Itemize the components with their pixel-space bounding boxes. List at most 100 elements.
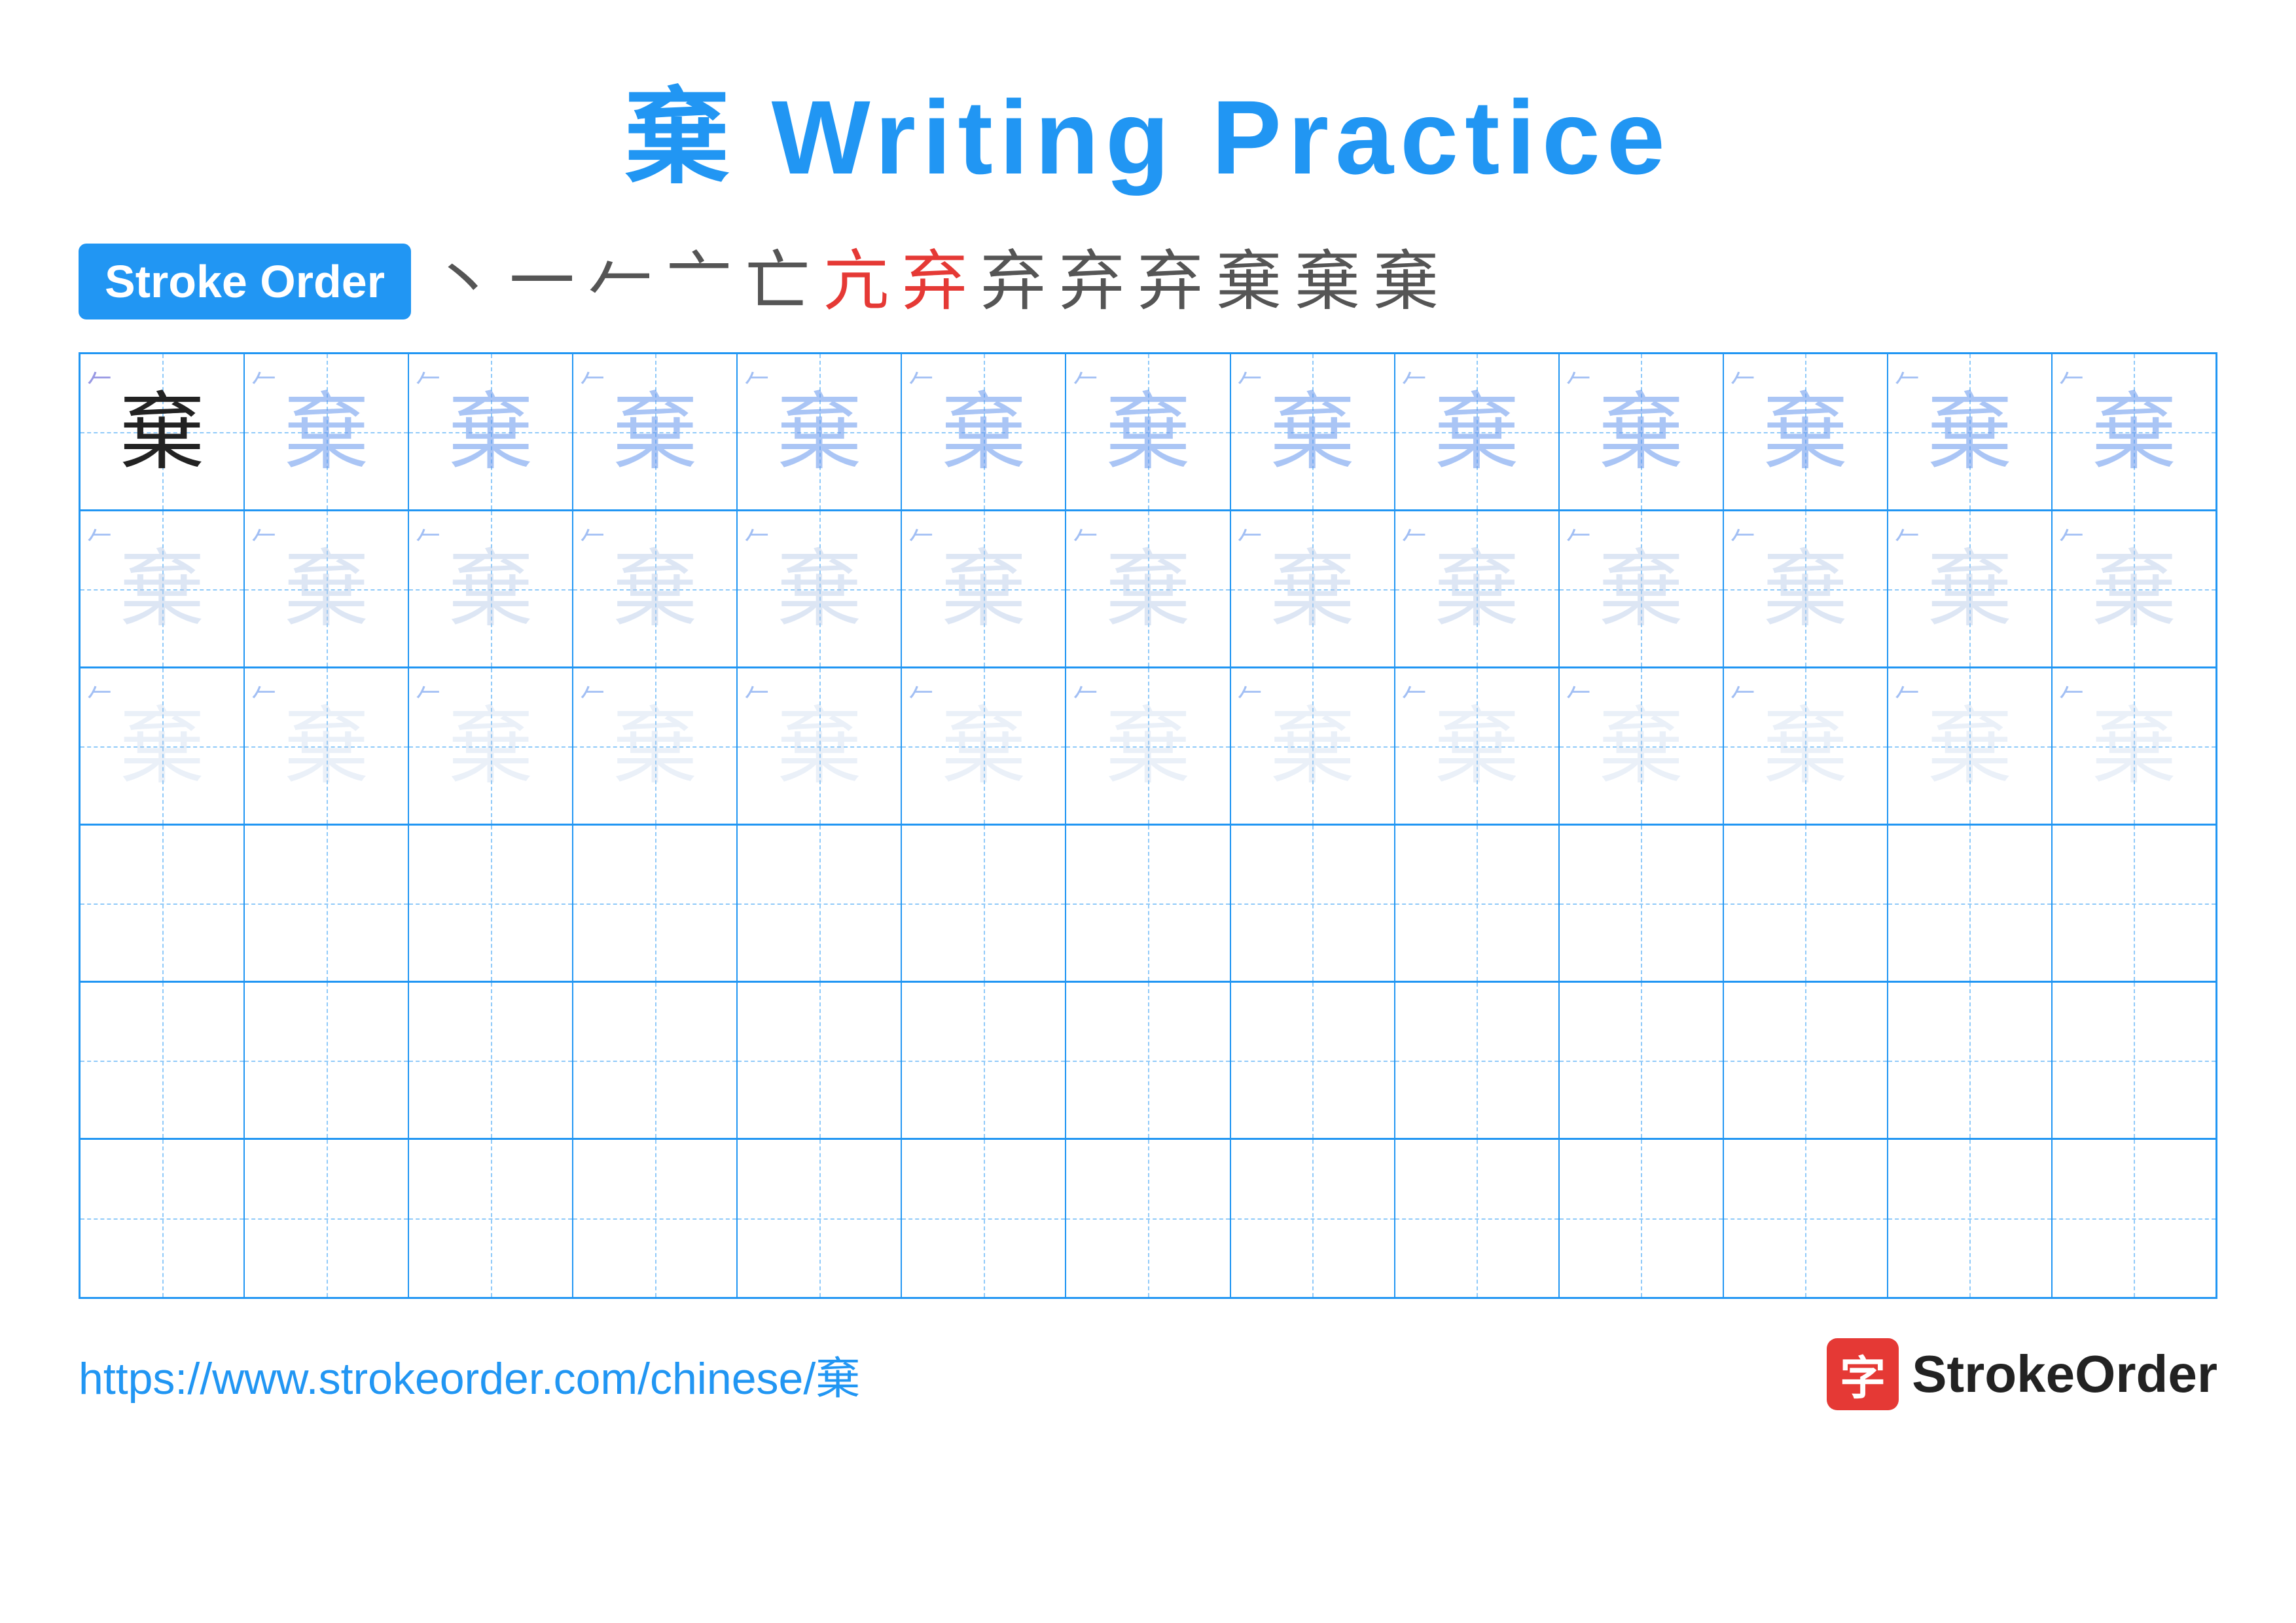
grid-cell-2-10[interactable]: 𠂉 棄 [1560,511,1724,666]
grid-cell-1-5[interactable]: 𠂉 棄 [738,354,902,509]
grid-cell-6-4[interactable] [573,1140,738,1297]
grid-cell-1-7[interactable]: 𠂉 棄 [1066,354,1230,509]
grid-cell-2-5[interactable]: 𠂉 棄 [738,511,902,666]
stroke-order-badge: Stroke Order [79,244,411,319]
grid-cell-5-13[interactable] [2053,983,2215,1138]
grid-cell-5-2[interactable] [245,983,409,1138]
grid-cell-5-9[interactable] [1395,983,1560,1138]
title-text: Writing Practice [736,79,1672,196]
grid-cell-3-7[interactable]: 𠂉 棄 [1066,668,1230,824]
grid-row-1: 𠂉 棄 𠂉 棄 𠂉 棄 𠂉 棄 [81,354,2215,511]
grid-cell-4-5[interactable] [738,826,902,981]
grid-cell-6-2[interactable] [245,1140,409,1297]
stroke-order-row: Stroke Order 丶 一 𠂉 亠 亡 亢 弃 弃 弃 弃 棄 棄 棄 [79,244,2217,319]
grid-cell-1-11[interactable]: 𠂉 棄 [1724,354,1888,509]
grid-cell-3-9[interactable]: 𠂉 棄 [1395,668,1560,824]
grid-cell-5-5[interactable] [738,983,902,1138]
grid-cell-6-1[interactable] [81,1140,245,1297]
footer-logo: 字 StrokeOrder [1827,1338,2217,1410]
grid-cell-4-2[interactable] [245,826,409,981]
grid-cell-3-2[interactable]: 𠂉 棄 [245,668,409,824]
grid-cell-3-5[interactable]: 𠂉 棄 [738,668,902,824]
footer: https://www.strokeorder.com/chinese/棄 字 … [79,1338,2217,1410]
grid-cell-6-6[interactable] [902,1140,1066,1297]
grid-cell-1-13[interactable]: 𠂉 棄 [2053,354,2215,509]
grid-cell-1-3[interactable]: 𠂉 棄 [409,354,573,509]
grid-cell-6-3[interactable] [409,1140,573,1297]
grid-cell-4-10[interactable] [1560,826,1724,981]
page-title: 棄 Writing Practice [624,52,1672,204]
grid-cell-3-3[interactable]: 𠂉 棄 [409,668,573,824]
grid-cell-4-9[interactable] [1395,826,1560,981]
grid-cell-5-3[interactable] [409,983,573,1138]
grid-cell-5-11[interactable] [1724,983,1888,1138]
grid-cell-1-8[interactable]: 𠂉 棄 [1231,354,1395,509]
grid-cell-3-10[interactable]: 𠂉 棄 [1560,668,1724,824]
grid-cell-5-10[interactable] [1560,983,1724,1138]
stroke-step-12: 棄 [1295,249,1360,314]
grid-cell-4-6[interactable] [902,826,1066,981]
grid-cell-4-11[interactable] [1724,826,1888,981]
grid-cell-5-4[interactable] [573,983,738,1138]
grid-cell-4-7[interactable] [1066,826,1230,981]
grid-cell-3-4[interactable]: 𠂉 棄 [573,668,738,824]
grid-cell-5-8[interactable] [1231,983,1395,1138]
grid-row-5 [81,983,2215,1140]
grid-cell-5-6[interactable] [902,983,1066,1138]
grid-cell-1-4[interactable]: 𠂉 棄 [573,354,738,509]
grid-cell-3-12[interactable]: 𠂉 棄 [1888,668,2053,824]
grid-cell-3-13[interactable]: 𠂉 棄 [2053,668,2215,824]
grid-cell-4-4[interactable] [573,826,738,981]
logo-char: 字 [1840,1341,1886,1408]
grid-cell-5-1[interactable] [81,983,245,1138]
grid-cell-2-3[interactable]: 𠂉 棄 [409,511,573,666]
stroke-step-5: 亡 [745,249,810,314]
grid-cell-6-5[interactable] [738,1140,902,1297]
grid-cell-2-11[interactable]: 𠂉 棄 [1724,511,1888,666]
grid-cell-2-6[interactable]: 𠂉 棄 [902,511,1066,666]
grid-cell-1-1[interactable]: 𠂉 棄 [81,354,245,509]
stroke-step-2: 一 [509,249,575,314]
logo-text: StrokeOrder [1912,1344,2217,1404]
grid-cell-4-1[interactable] [81,826,245,981]
stroke-step-11: 棄 [1216,249,1282,314]
grid-cell-3-11[interactable]: 𠂉 棄 [1724,668,1888,824]
grid-cell-3-6[interactable]: 𠂉 棄 [902,668,1066,824]
grid-cell-2-9[interactable]: 𠂉 棄 [1395,511,1560,666]
grid-cell-1-6[interactable]: 𠂉 棄 [902,354,1066,509]
grid-cell-2-12[interactable]: 𠂉 棄 [1888,511,2053,666]
grid-cell-1-2[interactable]: 𠂉 棄 [245,354,409,509]
grid-cell-6-12[interactable] [1888,1140,2053,1297]
grid-cell-5-12[interactable] [1888,983,2053,1138]
grid-cell-5-7[interactable] [1066,983,1230,1138]
grid-cell-3-1[interactable]: 𠂉 棄 [81,668,245,824]
grid-cell-2-7[interactable]: 𠂉 棄 [1066,511,1230,666]
grid-cell-6-9[interactable] [1395,1140,1560,1297]
stroke-sequence: 丶 一 𠂉 亠 亡 亢 弃 弃 弃 弃 棄 棄 棄 [431,249,1439,314]
grid-cell-2-13[interactable]: 𠂉 棄 [2053,511,2215,666]
grid-cell-4-12[interactable] [1888,826,2053,981]
footer-url[interactable]: https://www.strokeorder.com/chinese/棄 [79,1342,860,1407]
grid-cell-3-8[interactable]: 𠂉 棄 [1231,668,1395,824]
grid-cell-4-8[interactable] [1231,826,1395,981]
grid-cell-6-13[interactable] [2053,1140,2215,1297]
stroke-step-10: 弃 [1138,249,1203,314]
grid-cell-6-10[interactable] [1560,1140,1724,1297]
grid-cell-4-3[interactable] [409,826,573,981]
grid-row-3: 𠂉 棄 𠂉 棄 𠂉 棄 𠂉 棄 [81,668,2215,826]
grid-cell-2-2[interactable]: 𠂉 棄 [245,511,409,666]
grid-cell-6-11[interactable] [1724,1140,1888,1297]
grid-cell-2-8[interactable]: 𠂉 棄 [1231,511,1395,666]
grid-cell-6-8[interactable] [1231,1140,1395,1297]
grid-cell-4-13[interactable] [2053,826,2215,981]
grid-row-4 [81,826,2215,983]
grid-cell-2-1[interactable]: 𠂉 棄 [81,511,245,666]
grid-cell-6-7[interactable] [1066,1140,1230,1297]
grid-cell-1-10[interactable]: 𠂉 棄 [1560,354,1724,509]
grid-cell-1-9[interactable]: 𠂉 棄 [1395,354,1560,509]
stroke-step-9: 弃 [1059,249,1124,314]
grid-cell-2-4[interactable]: 𠂉 棄 [573,511,738,666]
stroke-step-13: 棄 [1373,249,1439,314]
grid-cell-1-12[interactable]: 𠂉 棄 [1888,354,2053,509]
title-char: 棄 [624,79,736,196]
